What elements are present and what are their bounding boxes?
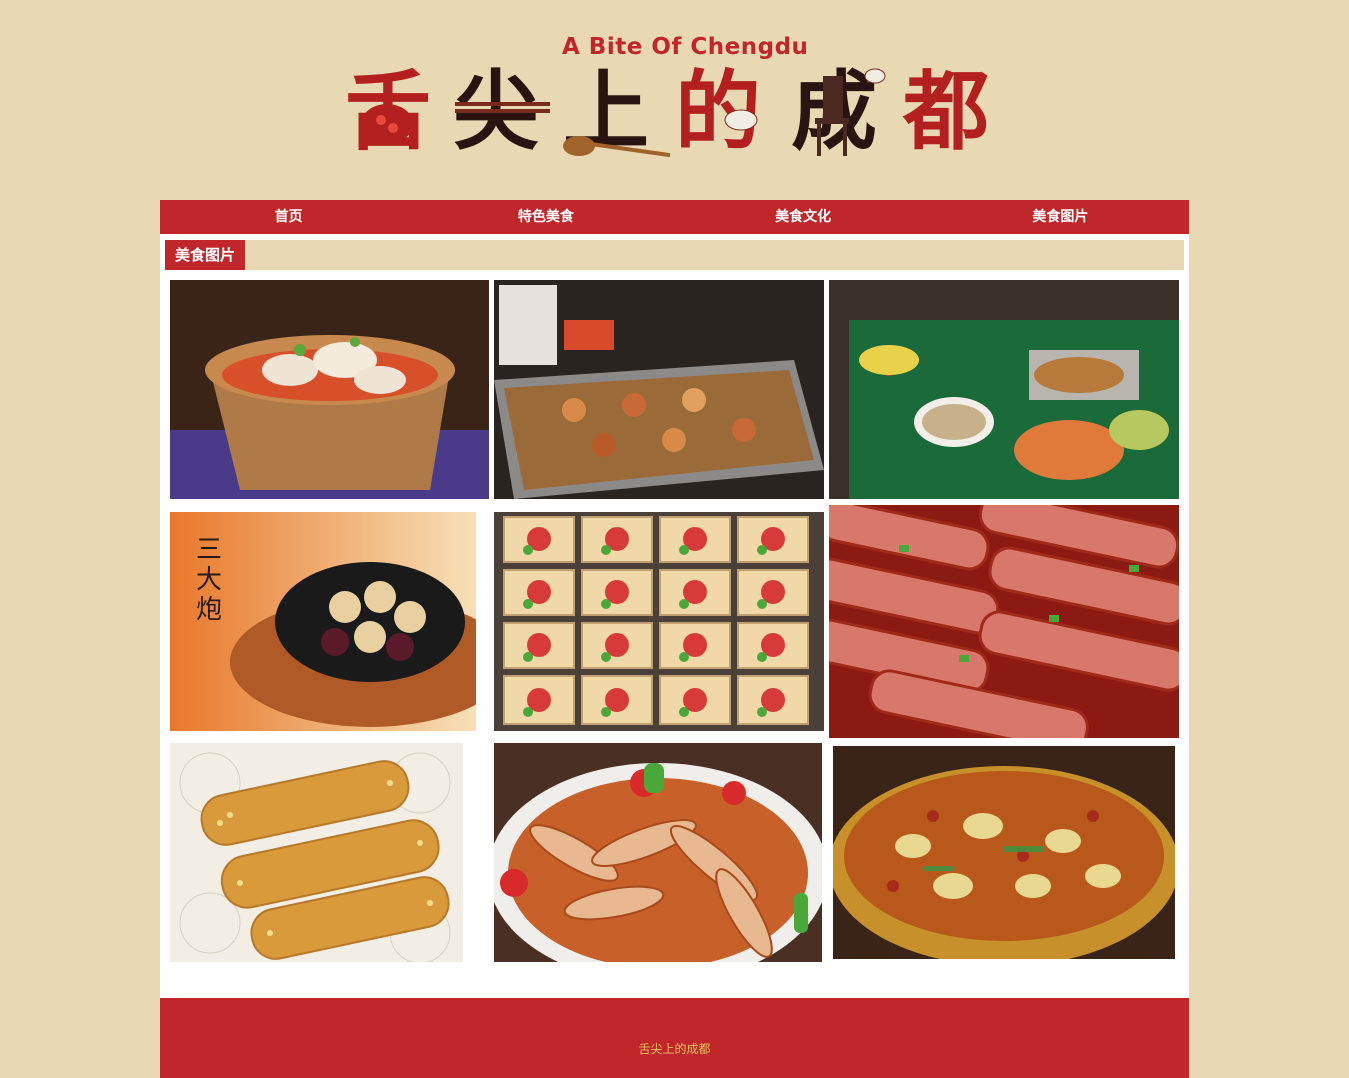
svg-text:炮: 炮 xyxy=(196,595,222,625)
spicy-fish-photo xyxy=(494,743,822,962)
tofu-photo xyxy=(494,512,824,731)
gallery-photo[interactable] xyxy=(170,743,463,962)
logo-decoration xyxy=(361,68,886,158)
site-header: A Bite Of Chengdu 舌 尖 上 的 成 都 xyxy=(0,0,1349,200)
soup-bowl-icon xyxy=(724,68,886,131)
section-title: 美食图片 xyxy=(165,240,246,270)
dumplings-photo xyxy=(170,280,489,499)
gallery-photo[interactable] xyxy=(494,512,824,731)
gallery-photo[interactable] xyxy=(170,280,489,499)
nav-item-home[interactable]: 首页 xyxy=(160,200,417,234)
banquet-table-photo xyxy=(829,280,1179,499)
nav-item-food-culture[interactable]: 美食文化 xyxy=(675,200,932,234)
spicy-lotus-root-photo xyxy=(833,746,1175,959)
chair-icon xyxy=(815,76,849,156)
sesame-rolls-photo xyxy=(170,743,463,962)
main-container: 首页 特色美食 美食文化 美食图片 美食图片 三 大 炮 舌尖上的成都 xyxy=(160,200,1189,1078)
logo-english-title: A Bite Of Chengdu xyxy=(562,34,809,60)
gallery-photo[interactable] xyxy=(829,280,1179,499)
jelly-noodles-photo xyxy=(829,505,1179,738)
footer-text: 舌尖上的成都 xyxy=(638,1042,711,1056)
sandapao-photo: 三 大 炮 xyxy=(170,512,476,731)
chopsticks-icon xyxy=(455,102,550,113)
chili-bowl-icon xyxy=(361,104,413,144)
spoon-icon xyxy=(563,136,671,158)
section-header: 美食图片 xyxy=(165,240,1184,270)
gallery-photo[interactable] xyxy=(494,280,824,499)
street-skewers-photo xyxy=(494,280,824,499)
main-nav: 首页 特色美食 美食文化 美食图片 xyxy=(160,200,1189,234)
nav-item-food-pictures[interactable]: 美食图片 xyxy=(932,200,1189,234)
gallery-photo[interactable] xyxy=(829,505,1179,738)
site-footer: 舌尖上的成都 xyxy=(160,998,1189,1078)
nav-item-specialty-food[interactable]: 特色美食 xyxy=(417,200,674,234)
gallery-photo[interactable]: 三 大 炮 xyxy=(170,512,476,731)
svg-text:三: 三 xyxy=(196,535,222,565)
svg-text:大: 大 xyxy=(196,565,222,595)
gallery-photo[interactable] xyxy=(833,746,1175,959)
gallery-photo[interactable] xyxy=(494,743,822,962)
